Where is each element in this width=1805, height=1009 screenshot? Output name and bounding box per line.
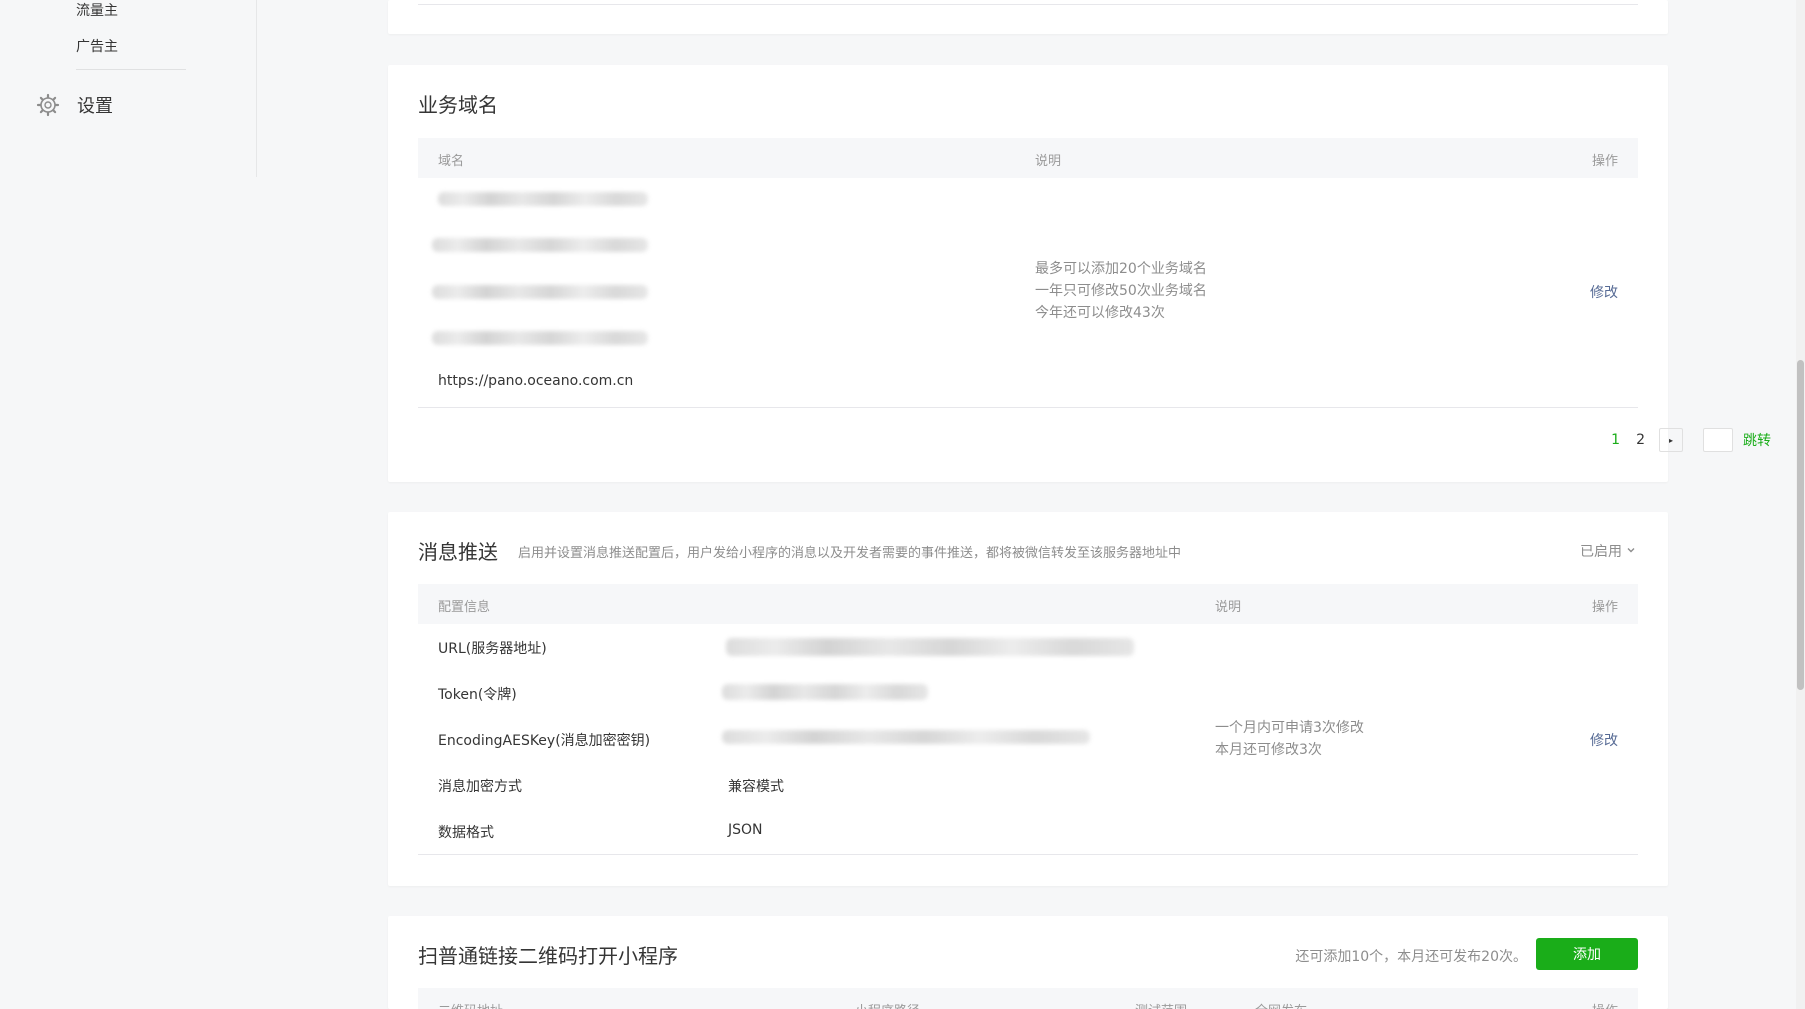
redacted-domain (438, 192, 648, 206)
config-label: URL(服务器地址) (438, 641, 547, 657)
pagination: 1 2 ▸ 跳转 (1603, 428, 1771, 452)
column-action: 操作 (1591, 600, 1618, 615)
redacted-aes-key (722, 730, 1090, 744)
note-line: 一个月内可申请3次修改 (1215, 720, 1364, 736)
column-action: 操作 (1592, 1000, 1618, 1009)
redacted-domain (432, 238, 648, 252)
sidebar-item-settings-label: 设置 (77, 96, 113, 117)
note-line: 本月还可修改3次 (1215, 742, 1322, 758)
page-2[interactable]: 2 (1636, 432, 1645, 448)
jump-link[interactable]: 跳转 (1743, 430, 1771, 450)
add-button[interactable]: 添加 (1536, 938, 1638, 970)
message-push-table-header: 配置信息 说明 操作 (418, 584, 1638, 624)
column-domain: 域名 (438, 154, 465, 169)
column-desc: 说明 (1035, 154, 1062, 169)
sidebar-item-advertiser[interactable]: 广告主 (76, 36, 118, 56)
note-line: 今年还可以修改43次 (1035, 305, 1165, 321)
scrollbar-thumb[interactable] (1797, 360, 1804, 690)
business-domain-card: 业务域名 域名 说明 操作 https://pano.oceano.com.cn… (388, 65, 1668, 482)
config-value: JSON (728, 822, 763, 838)
redacted-token (722, 684, 928, 700)
redacted-domain (432, 331, 648, 345)
column-test-scope: 测试范围 (1135, 1000, 1187, 1009)
page-jump-input[interactable] (1703, 428, 1733, 452)
status-label: 已启用 (1580, 544, 1622, 560)
sidebar-item-traffic-owner[interactable]: 流量主 (76, 0, 118, 20)
config-label: Token(令牌) (438, 687, 517, 703)
column-desc: 说明 (1215, 600, 1242, 615)
business-domain-table-header: 域名 说明 操作 (418, 138, 1638, 178)
qrcode-table-header: 二维码地址 小程序路径 测试范围 全网发布 操作 (418, 988, 1638, 1009)
column-qrcode-url: 二维码地址 (438, 1000, 503, 1009)
sidebar: 流量主 广告主 设置 (0, 0, 257, 177)
config-label: EncodingAESKey(消息加密密钥) (438, 733, 651, 749)
message-push-notes: 一个月内可申请3次修改 本月还可修改3次 (1215, 717, 1364, 761)
note-line: 一年只可修改50次业务域名 (1035, 283, 1207, 299)
page-scrollbar[interactable] (1796, 0, 1805, 1009)
chevron-right-icon[interactable]: ▸ (1659, 428, 1683, 452)
message-push-description: 启用并设置消息推送配置后，用户发给小程序的消息以及开发者需要的事件推送，都将被微… (518, 546, 1182, 561)
qrcode-hint: 还可添加10个，本月还可发布20次。 (1295, 949, 1527, 965)
config-label: 数据格式 (438, 825, 494, 841)
status-dropdown[interactable]: 已启用 (1580, 541, 1636, 561)
config-value: 兼容模式 (728, 779, 784, 795)
message-push-title: 消息推送 (418, 540, 498, 564)
column-page-path: 小程序路径 (855, 1000, 920, 1009)
edit-domain-link[interactable]: 修改 (1590, 282, 1618, 302)
domain-value: https://pano.oceano.com.cn (438, 373, 634, 389)
redacted-domain (432, 285, 648, 299)
column-config: 配置信息 (438, 600, 491, 615)
note-line: 最多可以添加20个业务域名 (1035, 261, 1207, 277)
business-domain-notes: 最多可以添加20个业务域名 一年只可修改50次业务域名 今年还可以修改43次 (1035, 258, 1207, 324)
message-push-card: 消息推送 启用并设置消息推送配置后，用户发给小程序的消息以及开发者需要的事件推送… (388, 512, 1668, 886)
config-label: 消息加密方式 (438, 779, 522, 795)
sidebar-divider (76, 69, 186, 70)
edit-message-push-link[interactable]: 修改 (1590, 730, 1618, 750)
column-publish: 全网发布 (1255, 1000, 1307, 1009)
page-1[interactable]: 1 (1611, 432, 1620, 448)
previous-section-card (388, 0, 1668, 34)
chevron-down-icon (1626, 543, 1636, 559)
sidebar-item-settings[interactable]: 设置 (34, 90, 113, 120)
business-domain-title: 业务域名 (418, 93, 498, 117)
column-action: 操作 (1591, 154, 1618, 169)
qrcode-title: 扫普通链接二维码打开小程序 (418, 944, 678, 968)
redacted-url (726, 638, 1134, 656)
qrcode-card: 扫普通链接二维码打开小程序 还可添加10个，本月还可发布20次。 添加 二维码地… (388, 916, 1668, 1009)
gear-icon (34, 91, 62, 119)
